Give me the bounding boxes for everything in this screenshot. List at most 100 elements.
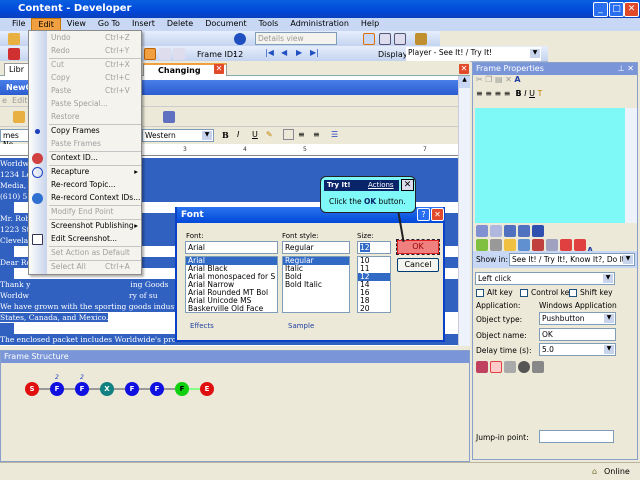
frame-node[interactable]: F (125, 382, 139, 396)
font-icon[interactable]: A (514, 75, 520, 84)
record-icon[interactable] (8, 48, 20, 60)
dialog-close-button[interactable]: ✕ (431, 208, 444, 221)
menu-item-modify-end-point[interactable]: Modify End Point (47, 206, 142, 219)
view-select[interactable]: Details view (255, 32, 337, 45)
bubble-icon[interactable] (518, 225, 530, 237)
justify-icon[interactable]: ≡ (504, 89, 511, 98)
style-option[interactable]: Bold Italic (283, 281, 349, 289)
font-input[interactable]: Arial (185, 241, 278, 254)
menu-delete[interactable]: Delete (161, 18, 199, 31)
maximize-button[interactable]: □ (609, 2, 624, 17)
action-icon[interactable] (532, 239, 544, 251)
menu-item-rerecord-context-ids[interactable]: Re-record Context IDs... (47, 192, 142, 205)
delete-icon[interactable]: ✕ (505, 75, 512, 84)
menu-tools[interactable]: Tools (253, 18, 285, 31)
menu-item-recapture[interactable]: Recapture ▸ (47, 166, 142, 179)
align-center-icon[interactable]: ≡ (485, 89, 492, 98)
hotspot-icon[interactable] (476, 361, 488, 373)
menu-item-cut[interactable]: Cut Ctrl+X (47, 59, 142, 72)
bubble-scrollbar[interactable] (625, 108, 637, 223)
text-style-icon[interactable]: T (538, 89, 543, 98)
size-list[interactable]: 10 11 12 14 16 18 20 (357, 256, 391, 313)
open-icon[interactable] (8, 33, 20, 45)
link-icon[interactable] (532, 361, 544, 373)
menu-item-undo[interactable]: Undo Ctrl+Z (47, 32, 142, 45)
frame-edit-icon[interactable] (173, 48, 185, 60)
font-list[interactable]: Arial Arial Black Arial monospaced for S… (185, 256, 278, 313)
menu-administration[interactable]: Administration (284, 18, 355, 31)
align-right-icon[interactable]: ≡ (495, 89, 502, 98)
help-button[interactable]: ? (417, 208, 430, 221)
menu-item-select-all[interactable]: Select All Ctrl+A (47, 261, 142, 274)
menu-item-context-id[interactable]: Context ID... (47, 152, 142, 165)
first-frame-icon[interactable]: |◀ (265, 48, 274, 57)
style-list[interactable]: Regular Italic Bold Bold Italic (282, 256, 350, 313)
action-icon[interactable] (546, 239, 558, 251)
bubble-icon[interactable] (504, 225, 516, 237)
action-icon[interactable] (518, 239, 530, 251)
scroll-up-icon[interactable]: ▲ (459, 76, 470, 88)
print-icon[interactable] (504, 361, 516, 373)
pin-close-icon[interactable]: ⊥ ✕ (618, 64, 634, 73)
ok-button[interactable]: OK (396, 239, 440, 255)
underline-icon[interactable]: U (529, 89, 535, 98)
frame-node[interactable]: S (25, 382, 39, 396)
action-icon[interactable] (574, 239, 586, 251)
frame-node[interactable]: F (150, 382, 164, 396)
font-option[interactable]: Baskerville Old Face (186, 305, 277, 313)
editor-scrollbar[interactable]: ▲ (458, 76, 470, 346)
cut-icon[interactable]: ✂ (476, 75, 483, 84)
menu-item-restore[interactable]: Restore (47, 111, 142, 124)
frame-node[interactable]: X (100, 382, 114, 396)
menu-item-redo[interactable]: Redo Ctrl+Y (47, 45, 142, 58)
action-select[interactable]: Left click ▼ (475, 272, 615, 285)
menu-item-copy[interactable]: Copy Ctrl+C (47, 72, 142, 85)
copy-icon[interactable]: ❐ (485, 75, 492, 84)
next-frame-icon[interactable]: ▶ (296, 48, 302, 57)
delay-select[interactable]: 5.0 ▼ (539, 343, 616, 356)
prev-frame-icon[interactable]: ◀ (281, 48, 287, 57)
action-icon[interactable] (560, 239, 572, 251)
style-input[interactable]: Regular (282, 241, 350, 254)
layout-view-1-icon[interactable] (363, 33, 375, 45)
display-select[interactable]: Player - See It! / Try It! ▼ (406, 47, 541, 61)
frame-icon[interactable] (159, 48, 171, 60)
object-name-input[interactable]: OK (539, 328, 616, 341)
bubble-icon[interactable] (476, 225, 488, 237)
jump-in-input[interactable] (539, 430, 614, 443)
menu-item-screenshot-publishing[interactable]: Screenshot Publishing ▸ (47, 220, 142, 233)
layout-view-3-icon[interactable] (394, 33, 406, 45)
object-type-select[interactable]: Pushbutton ▼ (539, 312, 616, 325)
close-tab-icon[interactable]: ✕ (214, 64, 224, 74)
paste-icon[interactable]: ▤ (495, 75, 503, 84)
bubble-icon[interactable] (490, 225, 502, 237)
menu-document[interactable]: Document (199, 18, 252, 31)
menu-help[interactable]: Help (355, 18, 385, 31)
layout-view-2-icon[interactable] (379, 33, 391, 45)
align-left-icon[interactable]: ≡ (476, 89, 483, 98)
frame-node[interactable]: F (50, 382, 64, 396)
callout-close-icon[interactable]: ✕ (401, 179, 414, 191)
menu-item-edit-screenshot[interactable]: Edit Screenshot... (47, 233, 142, 246)
italic-icon[interactable]: I (524, 89, 526, 98)
minimize-button[interactable]: _ (593, 2, 608, 17)
publish-icon[interactable] (415, 33, 427, 45)
frame-node[interactable]: E (200, 382, 214, 396)
control-key-checkbox[interactable]: Control key (520, 288, 574, 297)
shift-key-checkbox[interactable]: Shift key (569, 288, 613, 297)
callout-actions-link[interactable]: Actions (368, 181, 394, 189)
menu-item-paste-special[interactable]: Paste Special... (47, 98, 142, 111)
timer-icon[interactable] (518, 361, 530, 373)
frame-node[interactable]: F (75, 382, 89, 396)
menu-item-paste-frames[interactable]: Paste Frames (47, 138, 142, 151)
bubble-icon[interactable] (532, 225, 544, 237)
menu-item-paste[interactable]: Paste Ctrl+V (47, 85, 142, 98)
screenshot-icon[interactable] (144, 48, 156, 60)
close-button[interactable]: ✕ (624, 2, 639, 17)
frame-node[interactable]: F (175, 382, 189, 396)
size-option[interactable]: 20 (358, 305, 390, 313)
action-icon[interactable] (476, 239, 488, 251)
close-document-icon[interactable]: ✕ (459, 64, 469, 74)
cancel-button[interactable]: Cancel (397, 258, 439, 272)
alt-key-checkbox[interactable]: Alt key (476, 288, 513, 297)
